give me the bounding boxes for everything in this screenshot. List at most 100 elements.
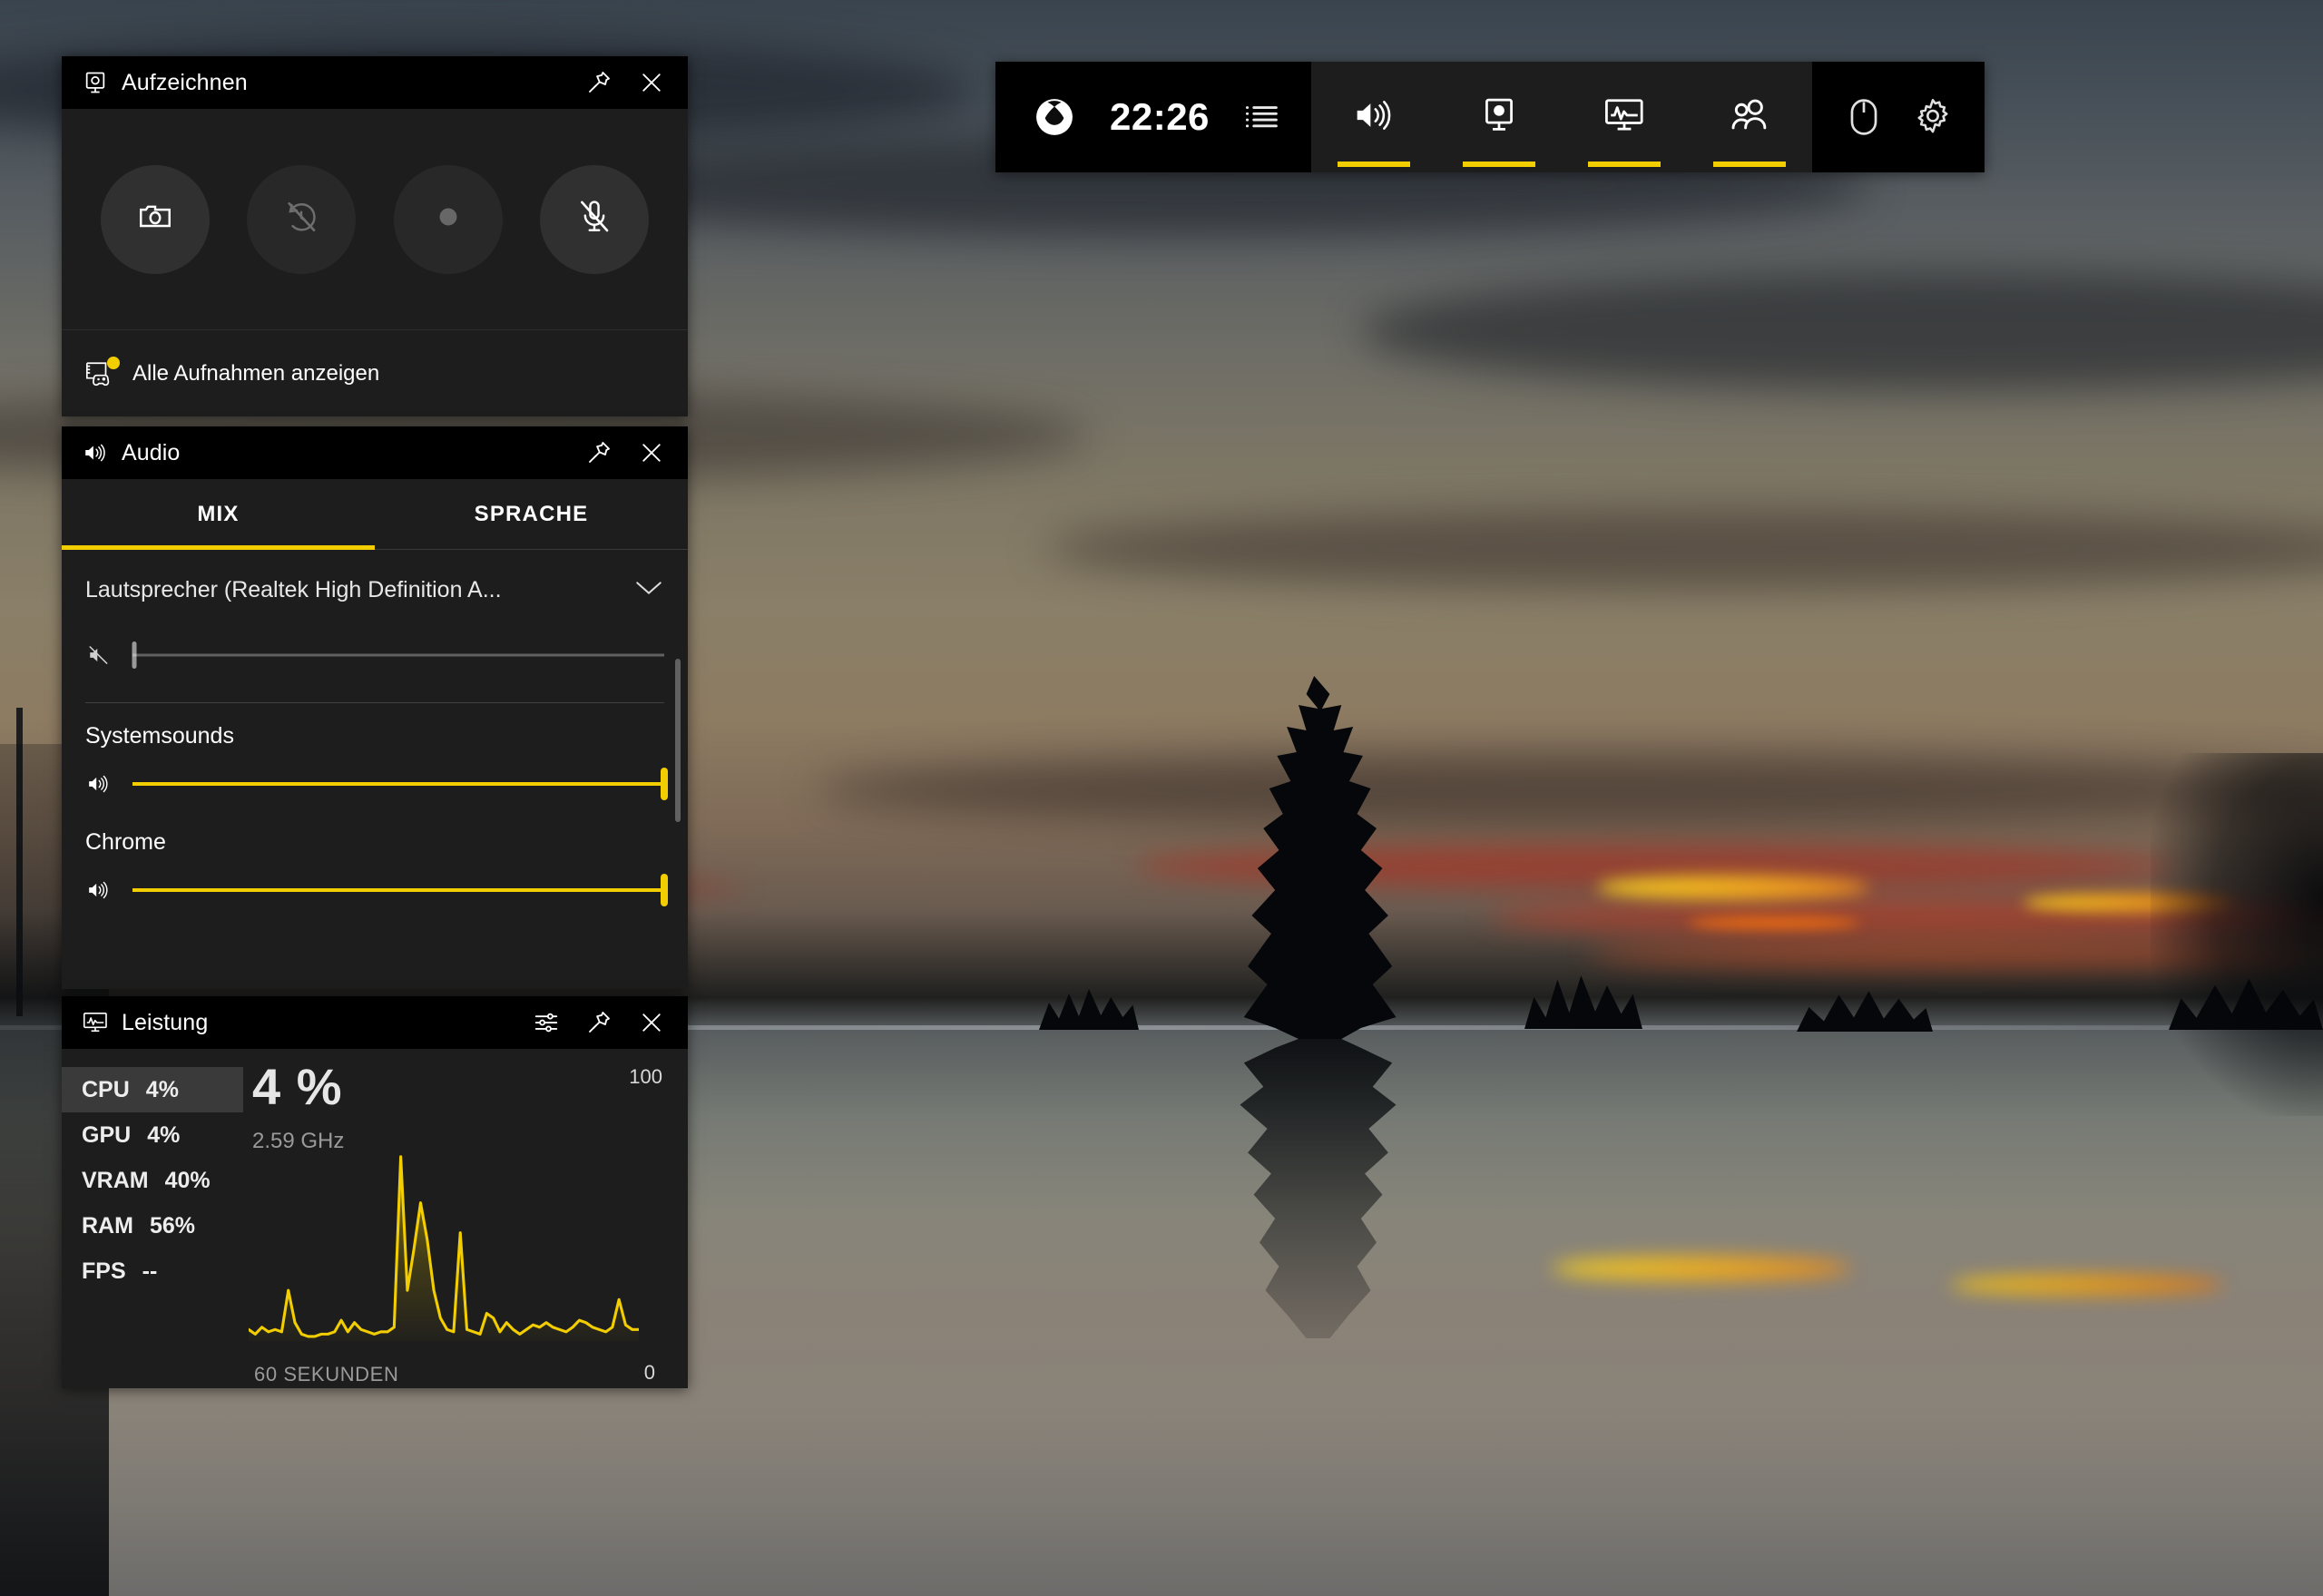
speaker-icon[interactable] bbox=[85, 771, 113, 797]
pin-icon[interactable] bbox=[579, 433, 619, 473]
metric-gpu[interactable]: GPU 4% bbox=[62, 1112, 243, 1158]
active-widget-indicator bbox=[1712, 162, 1786, 167]
cloud-band bbox=[1361, 272, 2323, 390]
shrub-silhouette bbox=[1039, 989, 1139, 1030]
close-icon[interactable] bbox=[632, 1003, 671, 1043]
audio-device-label: Lautsprecher (Realtek High Definition A.… bbox=[85, 576, 502, 602]
performance-widget: Leistung CPU 4% GPU 4% VRAM 40% RAM 56% … bbox=[62, 996, 688, 1388]
metric-label: FPS bbox=[82, 1258, 126, 1284]
metric-cpu[interactable]: CPU 4% bbox=[62, 1067, 243, 1112]
toolbar-clock: 22:26 bbox=[1110, 95, 1210, 138]
performance-chart-area: 4 % 2.59 GHz 100 0 60 SEKUNDEN bbox=[243, 1062, 668, 1388]
toolbar-left-section: 22:26 bbox=[995, 62, 1311, 172]
tab-mix[interactable]: MIX bbox=[62, 479, 375, 550]
mixer-divider bbox=[85, 702, 664, 703]
pin-icon[interactable] bbox=[579, 63, 619, 103]
systemsounds-volume-slider[interactable] bbox=[132, 768, 668, 800]
record-widget-title: Aufzeichnen bbox=[122, 69, 248, 95]
chrome-slider-row bbox=[85, 865, 668, 915]
sun-highlight bbox=[1688, 916, 1860, 929]
audio-device-selector[interactable]: Lautsprecher (Realtek High Definition A.… bbox=[85, 550, 664, 630]
pin-icon[interactable] bbox=[579, 1003, 619, 1043]
left-pole-silhouette bbox=[16, 708, 23, 1016]
active-widget-indicator bbox=[1462, 162, 1535, 167]
master-volume-slider-row bbox=[85, 630, 664, 681]
list-menu-icon[interactable] bbox=[1244, 99, 1280, 135]
record-widget-titlebar: Aufzeichnen bbox=[62, 56, 688, 109]
app-name-chrome: Chrome bbox=[85, 829, 166, 855]
tree-reflection bbox=[1240, 1039, 1397, 1338]
record-dot-icon bbox=[429, 198, 467, 240]
people-social-icon bbox=[1728, 95, 1771, 140]
shrub-silhouette bbox=[1524, 975, 1642, 1029]
audio-tabs: MIX SPRACHE bbox=[62, 479, 688, 550]
speaker-muted-icon[interactable] bbox=[85, 642, 113, 668]
chart-time-label: 60 SEKUNDEN bbox=[254, 1363, 399, 1385]
master-volume-slider[interactable] bbox=[132, 641, 664, 669]
audio-speaker-icon bbox=[82, 439, 109, 466]
toggle-microphone-button[interactable] bbox=[540, 164, 650, 274]
toolbar-toggle-social[interactable] bbox=[1687, 62, 1812, 172]
metric-value: 40% bbox=[164, 1167, 211, 1193]
shrub-silhouette bbox=[1797, 991, 1933, 1032]
active-widget-indicator bbox=[1337, 162, 1410, 167]
microphone-muted-icon bbox=[575, 198, 613, 240]
performance-monitor-icon bbox=[82, 1009, 109, 1036]
sliders-options-icon[interactable] bbox=[526, 1003, 566, 1043]
audio-widget-titlebar: Audio bbox=[62, 426, 688, 479]
sun-highlight bbox=[1597, 876, 1869, 899]
metric-value: 4% bbox=[145, 1076, 179, 1102]
metric-label: VRAM bbox=[82, 1167, 149, 1193]
systemsounds-slider-row bbox=[85, 759, 668, 809]
metric-fps[interactable]: FPS -- bbox=[62, 1248, 243, 1294]
metric-ram[interactable]: RAM 56% bbox=[62, 1203, 243, 1248]
record-widget: Aufzeichnen Alle Aufnahmen anzeigen bbox=[62, 56, 688, 416]
sun-highlight-reflection bbox=[1951, 1275, 2223, 1295]
audio-speaker-icon bbox=[1351, 95, 1397, 140]
capture-record-icon bbox=[1479, 95, 1519, 140]
mouse-pointer-icon[interactable] bbox=[1843, 96, 1885, 138]
chrome-volume-slider[interactable] bbox=[132, 874, 668, 906]
cpu-usage-chart bbox=[249, 1155, 639, 1341]
tab-sprache[interactable]: SPRACHE bbox=[375, 479, 688, 550]
slider-fill bbox=[132, 888, 664, 892]
toolbar-system-section bbox=[1811, 62, 1985, 172]
metric-vram[interactable]: VRAM 40% bbox=[62, 1158, 243, 1203]
slider-track bbox=[132, 653, 664, 657]
xbox-game-bar-toolbar: 22:26 bbox=[995, 62, 1985, 172]
chevron-down-icon bbox=[633, 579, 664, 602]
clock-slash-icon bbox=[282, 198, 320, 240]
cloud-band bbox=[817, 753, 2323, 826]
toolbar-toggle-audio[interactable] bbox=[1311, 62, 1436, 172]
close-icon[interactable] bbox=[632, 433, 671, 473]
metric-label: RAM bbox=[82, 1212, 133, 1239]
slider-thumb[interactable] bbox=[132, 641, 137, 669]
screenshot-button[interactable] bbox=[100, 164, 210, 274]
speaker-icon[interactable] bbox=[85, 877, 113, 903]
slider-fill bbox=[132, 782, 664, 786]
audio-scrollbar[interactable] bbox=[675, 659, 681, 822]
start-recording-button[interactable] bbox=[393, 164, 503, 274]
sun-highlight-reflection bbox=[1552, 1257, 1851, 1280]
view-all-captures-row[interactable]: Alle Aufnahmen anzeigen bbox=[62, 329, 688, 416]
gear-settings-icon[interactable] bbox=[1912, 96, 1954, 138]
toolbar-widget-toggles bbox=[1310, 62, 1812, 172]
chart-axis-min: 0 bbox=[643, 1361, 655, 1384]
new-captures-badge bbox=[107, 356, 120, 369]
record-last-30s-button[interactable] bbox=[247, 164, 357, 274]
metric-label: CPU bbox=[82, 1076, 130, 1102]
record-buttons-row bbox=[62, 109, 688, 329]
camera-icon bbox=[136, 198, 174, 240]
toolbar-toggle-capture[interactable] bbox=[1436, 62, 1562, 172]
slider-thumb[interactable] bbox=[661, 768, 668, 800]
chart-axis-max: 100 bbox=[629, 1065, 662, 1088]
performance-widget-title: Leistung bbox=[122, 1009, 209, 1035]
xbox-logo-icon[interactable] bbox=[1034, 96, 1075, 138]
close-icon[interactable] bbox=[632, 63, 671, 103]
capture-record-icon bbox=[82, 69, 109, 96]
right-foliage-silhouette bbox=[2151, 753, 2323, 1116]
toolbar-toggle-performance[interactable] bbox=[1562, 62, 1687, 172]
view-all-captures-label: Alle Aufnahmen anzeigen bbox=[132, 360, 380, 386]
active-widget-indicator bbox=[1587, 162, 1661, 167]
slider-thumb[interactable] bbox=[661, 874, 668, 906]
